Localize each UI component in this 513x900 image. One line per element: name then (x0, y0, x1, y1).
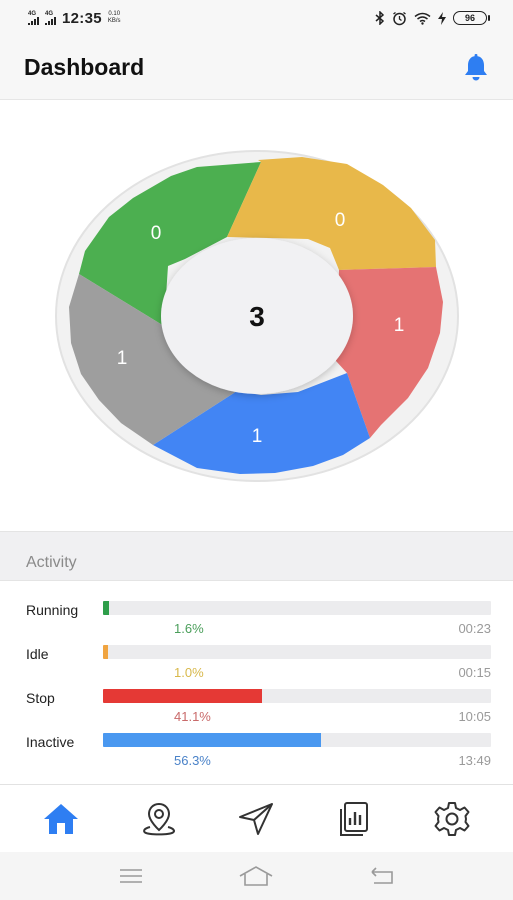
bluetooth-icon (375, 11, 385, 25)
system-navigation-bar (0, 852, 513, 900)
activity-row-idle[interactable]: Idle 1.0% 00:15 (0, 626, 513, 680)
bottom-navigation (0, 784, 513, 852)
status-bar-right: 96 (375, 11, 490, 26)
report-icon (340, 801, 369, 836)
home-icon (43, 803, 78, 834)
donut-label-blue: 1 (252, 426, 263, 447)
navigation-arrow-icon (239, 802, 274, 835)
location-pin-icon (142, 802, 175, 835)
donut-center-total: 3 (249, 301, 265, 332)
activity-row-label: Running (26, 602, 79, 618)
activity-row-percent: 56.3% (174, 753, 211, 768)
page-title: Dashboard (24, 54, 145, 80)
network-speed-value: 0.10 (108, 11, 121, 17)
notifications-button[interactable] (459, 51, 493, 85)
back-icon (371, 867, 393, 884)
battery-level: 96 (464, 13, 475, 23)
alarm-icon (393, 11, 406, 25)
system-back-button[interactable] (360, 856, 404, 896)
network-speed: 0.10 KB/s (108, 11, 121, 25)
nav-reports-button[interactable] (324, 791, 384, 847)
clock: 12:35 (62, 9, 102, 27)
wifi-icon (414, 12, 431, 25)
activity-row-inactive[interactable]: Inactive 56.3% 13:49 (0, 714, 513, 768)
donut-label-gray: 1 (117, 348, 128, 369)
signal-icon-2: 4G (45, 11, 56, 25)
activity-progress-fill (103, 733, 322, 747)
donut-label-yellow: 0 (335, 210, 346, 231)
activity-progress-fill (103, 601, 110, 615)
nav-home-button[interactable] (31, 791, 91, 847)
menu-icon (119, 869, 142, 883)
activity-progress-track (103, 733, 491, 747)
activity-heading: Activity (0, 531, 513, 581)
status-bar-left: 4G 4G 12:35 0.10 KB/s (28, 10, 121, 27)
charging-icon (438, 11, 446, 25)
vehicle-status-chart: 0 0 1 1 1 3 (0, 101, 513, 531)
donut-label-green: 0 (151, 223, 162, 244)
activity-row-time: 13:49 (458, 753, 491, 768)
activity-progress-fill (103, 645, 108, 659)
nav-settings-button[interactable] (422, 791, 482, 847)
activity-progress-fill (103, 689, 263, 703)
nav-navigate-button[interactable] (226, 791, 286, 847)
activity-progress-track (103, 601, 491, 615)
system-home-button[interactable] (234, 856, 278, 896)
settings-gear-icon (434, 801, 470, 836)
activity-row-stop[interactable]: Stop 41.1% 10:05 (0, 670, 513, 724)
activity-row-running[interactable]: Running 1.6% 00:23 (0, 582, 513, 636)
activity-heading-label: Activity (26, 554, 77, 571)
signal-icon-1: 4G (28, 11, 39, 25)
bell-icon (465, 53, 487, 80)
activity-row-label: Idle (26, 646, 49, 662)
nav-location-button[interactable] (129, 791, 189, 847)
status-donut: 0 0 1 1 1 3 (55, 150, 459, 482)
battery-icon: 96 (453, 11, 490, 25)
home-outline-icon (240, 866, 273, 886)
system-menu-button[interactable] (109, 856, 153, 896)
app-header: Dashboard (0, 36, 513, 100)
activity-row-label: Stop (26, 690, 55, 706)
activity-progress-track (103, 689, 491, 703)
activity-row-label: Inactive (26, 734, 75, 750)
activity-list: Running 1.6% 00:23 Idle 1.0% 00:15 Stop … (0, 582, 513, 784)
network-speed-unit: KB/s (107, 18, 121, 24)
donut-label-red: 1 (394, 315, 405, 336)
activity-progress-track (103, 645, 491, 659)
status-bar: 4G 4G 12:35 0.10 KB/s 96 (0, 0, 513, 36)
